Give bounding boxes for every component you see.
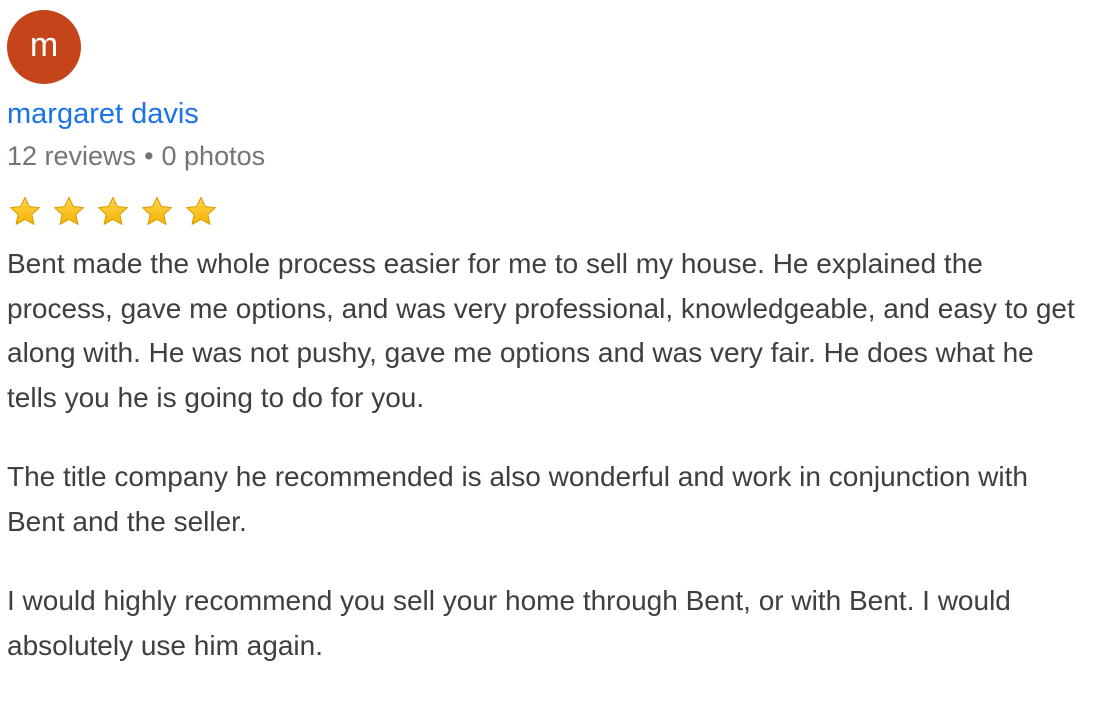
review-paragraph: The title company he recommended is also… xyxy=(7,461,1028,537)
avatar[interactable]: m xyxy=(7,10,81,84)
author-name-link[interactable]: margaret davis xyxy=(7,97,199,131)
review-text: Bent made the whole process easier for m… xyxy=(7,242,1082,668)
photos-count: 0 photos xyxy=(161,141,266,171)
review-paragraph: I would highly recommend you sell your h… xyxy=(7,585,1011,661)
star-icon xyxy=(183,194,219,230)
avatar-letter: m xyxy=(29,26,59,64)
reviews-count: 12 reviews xyxy=(7,141,137,171)
star-icon xyxy=(95,194,131,230)
star-icon xyxy=(51,194,87,230)
meta-separator: • xyxy=(144,141,154,171)
star-icon xyxy=(7,194,43,230)
star-rating xyxy=(7,194,1082,230)
review-paragraph: Bent made the whole process easier for m… xyxy=(7,248,1075,413)
author-meta: 12 reviews • 0 photos xyxy=(7,140,1082,172)
star-icon xyxy=(139,194,175,230)
review-card: m margaret davis 12 reviews • 0 photos B… xyxy=(7,10,1082,668)
